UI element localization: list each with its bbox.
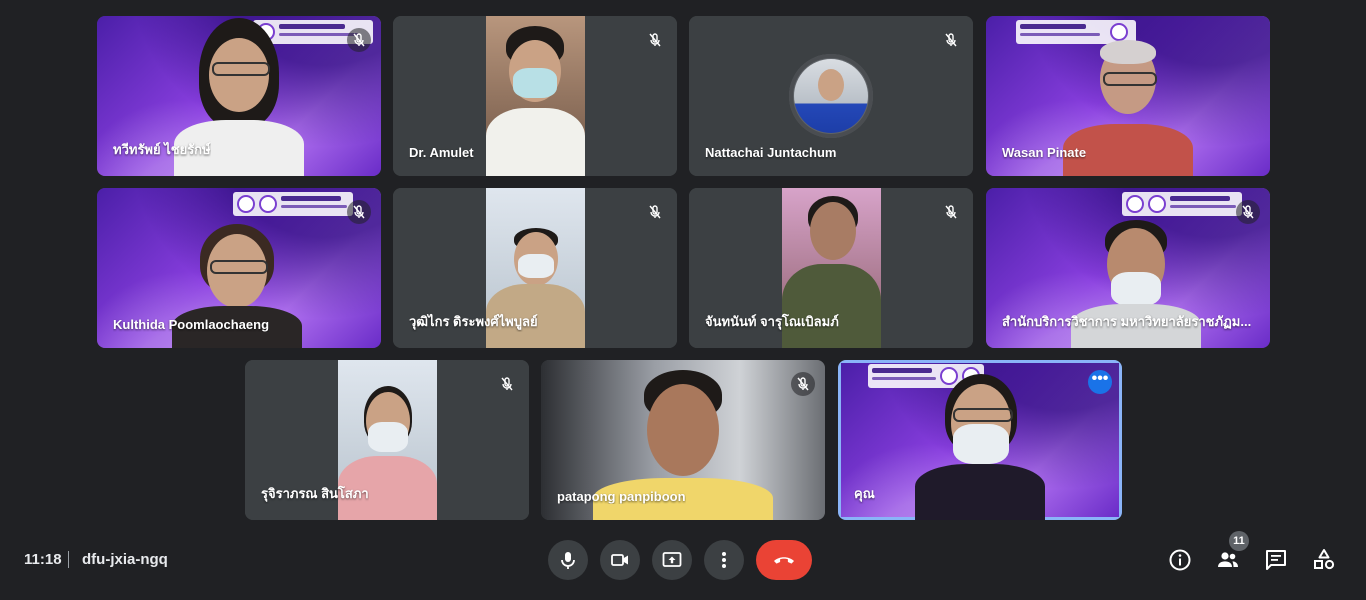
camera-button[interactable]: [600, 540, 640, 580]
leave-call-button[interactable]: [756, 540, 812, 580]
participant-name: Wasan Pinate: [1002, 145, 1087, 160]
mic-off-icon: [1236, 200, 1260, 224]
participant-tile[interactable]: สำนักบริการวิชาการ มหาวิทยาลัยราชภัฏม...: [986, 188, 1270, 348]
participant-tile[interactable]: Kulthida Poomlaochaeng: [97, 188, 381, 348]
participant-tile[interactable]: Dr. Amulet: [393, 16, 677, 176]
end-call-icon: [774, 557, 794, 564]
participant-name: วุฒิไกร ดิระพงศ์ไพบูลย์: [409, 314, 538, 329]
participant-name: Kulthida Poomlaochaeng: [113, 317, 270, 332]
activities-icon[interactable]: [1312, 548, 1336, 572]
avatar: [789, 54, 873, 138]
meeting-time: 11:18: [24, 551, 62, 568]
mic-off-icon: [347, 200, 371, 224]
participant-name: patapong panpiboon: [557, 489, 686, 504]
participant-name: รุจิราภรณ สินโสภา: [261, 486, 369, 501]
participant-tile[interactable]: ทวีทรัพย์ ไชยรักษ์: [97, 16, 381, 176]
participant-tile[interactable]: patapong panpiboon: [541, 360, 825, 520]
divider: [68, 551, 69, 568]
meeting-code[interactable]: dfu-jxia-ngq: [82, 551, 168, 568]
participant-name: คุณ: [854, 486, 875, 501]
mic-off-icon: [347, 28, 371, 52]
participant-video: [486, 16, 585, 176]
present-screen-button[interactable]: [652, 540, 692, 580]
present-screen-icon: [662, 552, 682, 567]
participant-tile[interactable]: Nattachai Juntachum: [689, 16, 973, 176]
camera-icon: [611, 554, 628, 566]
mic-off-icon: [791, 372, 815, 396]
participant-name: ทวีทรัพย์ ไชยรักษ์: [113, 142, 211, 157]
participant-tile[interactable]: Wasan Pinate: [986, 16, 1270, 176]
mic-off-icon: [495, 372, 519, 396]
participant-name: สำนักบริการวิชาการ มหาวิทยาลัยราชภัฏม...: [1002, 314, 1252, 329]
mic-off-icon: [939, 200, 963, 224]
participant-tile[interactable]: วุฒิไกร ดิระพงศ์ไพบูลย์: [393, 188, 677, 348]
info-icon[interactable]: [1168, 548, 1192, 572]
people-icon[interactable]: [1216, 548, 1240, 572]
mic-off-icon: [939, 28, 963, 52]
mic-icon: [561, 552, 575, 569]
participant-tile[interactable]: รุจิราภรณ สินโสภา: [245, 360, 529, 520]
self-view-tile[interactable]: ••• คุณ: [838, 360, 1122, 520]
participant-video: [905, 360, 1055, 520]
mic-off-icon: [643, 200, 667, 224]
more-options-button[interactable]: •••: [1088, 370, 1112, 394]
participant-name: Nattachai Juntachum: [705, 145, 837, 160]
participant-name: Dr. Amulet: [409, 145, 474, 160]
more-vert-icon: [722, 552, 726, 568]
mic-off-icon: [643, 28, 667, 52]
microphone-button[interactable]: [548, 540, 588, 580]
participant-tile[interactable]: จันทนันท์ จารุโณเบิลมภ์: [689, 188, 973, 348]
participant-count-badge: 11: [1229, 531, 1249, 551]
participant-name: จันทนันท์ จารุโณเบิลมภ์: [705, 314, 839, 329]
more-options-button[interactable]: [704, 540, 744, 580]
chat-icon[interactable]: [1264, 548, 1288, 572]
